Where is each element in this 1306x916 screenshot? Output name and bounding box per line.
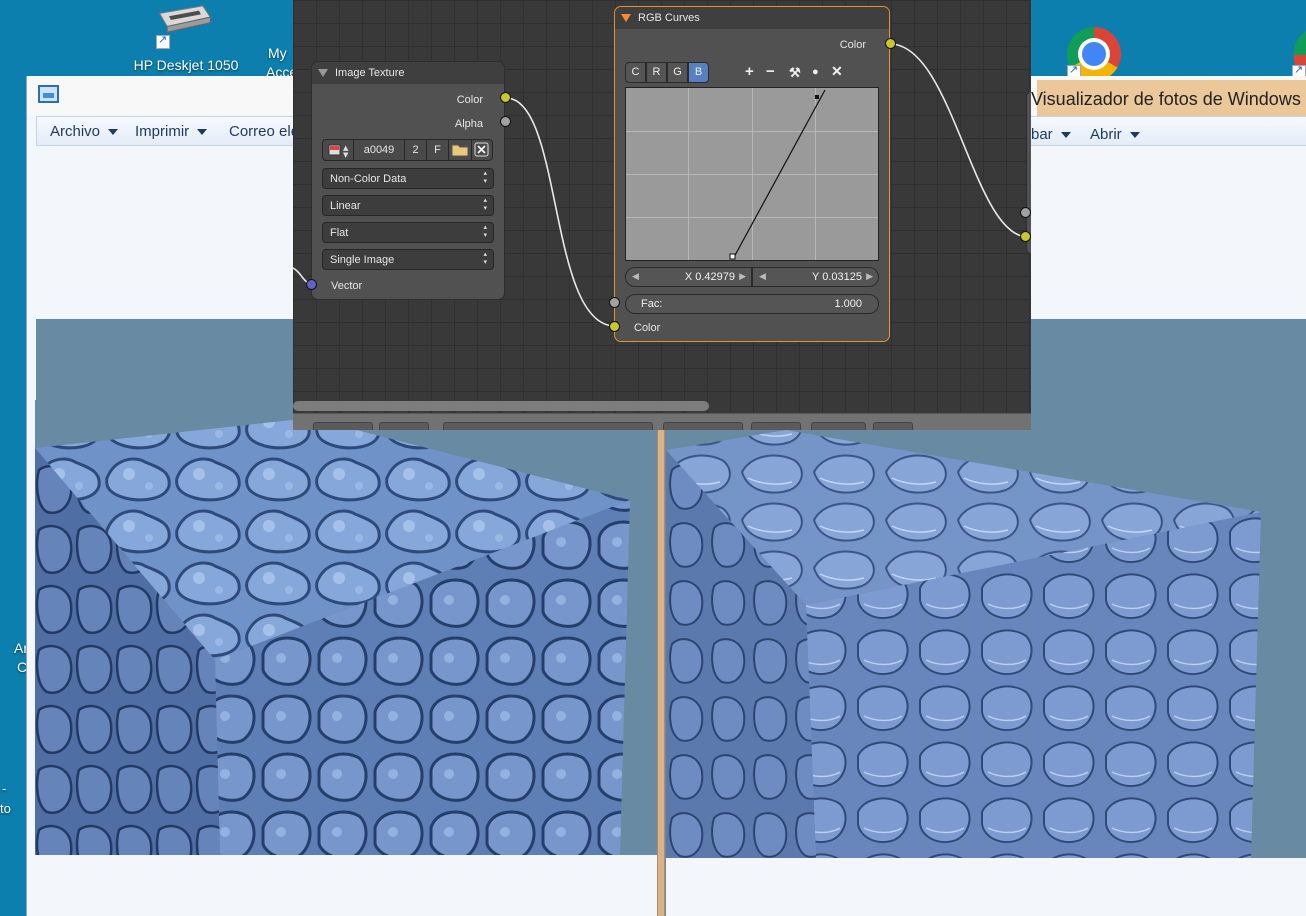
desktop-icon-partial2-line1[interactable]: -: [2, 781, 6, 796]
channel-g-button[interactable]: G: [667, 62, 688, 83]
zoom-in-icon[interactable]: +: [745, 63, 754, 80]
image-texture-title: Image Texture: [335, 67, 405, 79]
desktop-icon-my-access-line1[interactable]: My: [268, 45, 287, 61]
interpolation-dropdown[interactable]: Linear: [322, 195, 494, 216]
image-texture-node[interactable]: Image Texture Color Alpha ▲ ▼ a0049 2 F: [311, 61, 505, 300]
collapse-triangle-icon[interactable]: [621, 14, 631, 22]
rgb-curves-output-label: Color: [839, 39, 866, 51]
image-browse-icon: ▲ ▼: [328, 144, 349, 159]
increment-arrow-icon[interactable]: ▶: [739, 271, 746, 282]
curve-point-x-field[interactable]: ◀ X 0.42979 ▶: [625, 267, 752, 287]
menu-abrir[interactable]: Abrir: [1090, 126, 1140, 143]
menu-correo-label: Correo ele: [229, 123, 300, 140]
curve-point-y-value: Y 0.03125: [812, 271, 862, 283]
node-partial-color-socket[interactable]: [1020, 231, 1031, 242]
input-vector-label: Vector: [331, 280, 363, 292]
close-icon: [474, 142, 489, 157]
material-selector[interactable]: [443, 422, 653, 430]
rgb-curves-color-output-socket[interactable]: [885, 38, 896, 49]
curve-point-x-value: X 0.42979: [684, 271, 735, 283]
svg-text:▼: ▼: [343, 151, 349, 159]
curve-point-y-field[interactable]: ◀ Y 0.03125 ▶: [752, 267, 879, 287]
menu-archivo-label: Archivo: [50, 123, 101, 140]
snap-tools-group[interactable]: [811, 422, 866, 430]
image-users-count[interactable]: 2: [404, 139, 427, 161]
image-texture-vector-input-socket[interactable]: [306, 279, 317, 290]
menu-grabar-label: bar: [1031, 126, 1053, 143]
printer-icon[interactable]: [154, 4, 214, 34]
source-dropdown[interactable]: Single Image: [322, 249, 494, 270]
viewer-bottom-strip-right: [666, 858, 1306, 916]
chevron-down-icon: [1060, 132, 1071, 139]
rgb-curves-input-label: Color: [634, 322, 661, 334]
rgb-curves-title: RGB Curves: [638, 12, 700, 24]
increment-arrow-icon[interactable]: ▶: [866, 271, 873, 282]
render-right-cube: [666, 400, 1306, 858]
rgb-curves-header[interactable]: RGB Curves: [615, 7, 889, 29]
image-fake-user-button[interactable]: F: [426, 139, 449, 161]
folder-icon: [451, 144, 469, 157]
menu-abrir-label: Abrir: [1090, 126, 1122, 143]
menu-correo[interactable]: Correo ele: [229, 123, 299, 140]
decrement-arrow-icon[interactable]: ◀: [632, 271, 639, 282]
blender-node-editor[interactable]: Image Texture Color Alpha ▲ ▼ a0049 2 F: [293, 0, 1031, 430]
header-tools-group[interactable]: [751, 422, 801, 430]
fac-label: Fac:: [641, 298, 663, 310]
curve-line: [729, 89, 826, 260]
image-unlink-button[interactable]: [471, 139, 493, 161]
image-texture-alpha-output-socket[interactable]: [500, 116, 511, 127]
chevron-down-icon: [197, 129, 208, 136]
collapse-triangle-icon[interactable]: [318, 69, 328, 77]
chevron-down-icon: [108, 129, 119, 136]
channel-b-button[interactable]: B: [688, 62, 709, 83]
node-editor-header[interactable]: [293, 413, 1031, 430]
image-datablock-row: ▲ ▼ a0049 2 F: [322, 139, 496, 161]
zoom-out-icon[interactable]: −: [766, 63, 775, 80]
menu-archivo[interactable]: Archivo: [50, 123, 119, 140]
image-texture-color-output-socket[interactable]: [500, 92, 511, 103]
menu-grabar[interactable]: bar: [1031, 126, 1071, 143]
menu-imprimir[interactable]: Imprimir: [135, 123, 208, 140]
fac-slider[interactable]: Fac: 1.000: [625, 294, 879, 314]
desktop-icon-partial2-line2[interactable]: to: [0, 801, 11, 816]
viewer-window-title: Visualizador de fotos de Windows: [1031, 89, 1301, 109]
output-alpha-label: Alpha: [454, 118, 483, 130]
rgb-curves-color-input-socket[interactable]: [609, 321, 620, 332]
wrench-icon[interactable]: ⚒: [789, 65, 801, 81]
horizontal-scrollbar[interactable]: [293, 401, 709, 411]
rgb-curves-node[interactable]: RGB Curves Color C R G B + − ⚒ ● ✕ ◀ X 0…: [614, 6, 890, 342]
editor-type-button[interactable]: [313, 422, 373, 430]
image-browse-button[interactable]: ▲ ▼: [322, 139, 354, 161]
shortcut-arrow-icon: [156, 33, 170, 49]
cube-render-right: [666, 430, 1261, 858]
curve-graph[interactable]: [625, 87, 879, 261]
close-icon[interactable]: ✕: [831, 63, 843, 80]
fac-value: 1.000: [834, 298, 862, 310]
rgb-curves-fac-input-socket[interactable]: [609, 297, 620, 308]
image-name-field[interactable]: a0049: [353, 139, 405, 161]
image-texture-header[interactable]: Image Texture: [312, 62, 504, 84]
viewer-split-divider[interactable]: [657, 425, 665, 916]
cube-render-left: [35, 418, 630, 855]
chevron-down-icon: [1129, 132, 1140, 139]
image-open-button[interactable]: [448, 139, 472, 161]
viewer-bottom-strip-left: [35, 855, 657, 916]
shader-type-button[interactable]: [379, 422, 429, 430]
node-partial-input-socket[interactable]: [1020, 207, 1031, 218]
photo-viewer-app-icon: [38, 85, 59, 103]
use-nodes-toggle[interactable]: [663, 422, 743, 430]
desktop-icon-printer-label[interactable]: HP Deskjet 1050: [130, 57, 242, 73]
render-left-cube: [35, 400, 655, 855]
channel-c-button[interactable]: C: [625, 62, 646, 83]
menu-imprimir-label: Imprimir: [135, 123, 190, 140]
decrement-arrow-icon[interactable]: ◀: [759, 271, 766, 282]
point-handle-icon[interactable]: ●: [812, 66, 819, 78]
copy-paste-group[interactable]: [873, 422, 913, 430]
projection-dropdown[interactable]: Flat: [322, 222, 494, 243]
color-space-dropdown[interactable]: Non-Color Data: [322, 168, 494, 189]
output-color-label: Color: [456, 94, 483, 106]
channel-r-button[interactable]: R: [646, 62, 667, 83]
